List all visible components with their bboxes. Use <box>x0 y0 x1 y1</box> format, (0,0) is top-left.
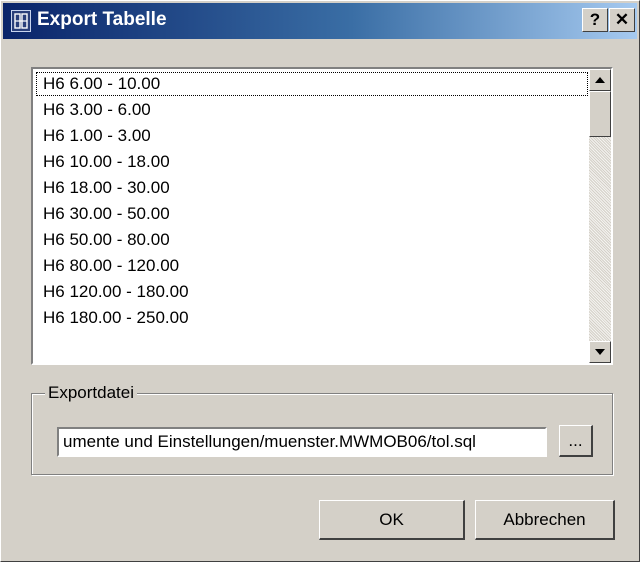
scroll-thumb[interactable] <box>589 91 611 137</box>
title-bar[interactable]: Export Tabelle ? ✕ <box>3 3 637 39</box>
list-item[interactable]: H6 10.00 - 18.00 <box>35 149 589 175</box>
help-icon: ? <box>589 10 601 29</box>
tolerance-list[interactable]: H6 6.00 - 10.00 H6 3.00 - 6.00 H6 1.00 - 3… <box>31 67 613 365</box>
list-item[interactable]: H6 1.00 - 3.00 <box>35 123 589 149</box>
list-item[interactable]: H6 6.00 - 10.00 <box>35 71 589 97</box>
list-items: H6 6.00 - 10.00 H6 3.00 - 6.00 H6 1.00 - 3… <box>35 71 589 331</box>
list-item[interactable]: H6 3.00 - 6.00 <box>35 97 589 123</box>
scroll-up-button[interactable] <box>589 69 611 91</box>
list-item[interactable]: H6 18.00 - 30.00 <box>35 175 589 201</box>
list-item[interactable]: H6 120.00 - 180.00 <box>35 279 589 305</box>
close-button[interactable]: ✕ <box>609 8 635 32</box>
list-item[interactable]: H6 50.00 - 80.00 <box>35 227 589 253</box>
scroll-down-button[interactable] <box>589 341 611 363</box>
list-item[interactable]: H6 80.00 - 120.00 <box>35 253 589 279</box>
export-path-input[interactable] <box>57 427 547 457</box>
cancel-button[interactable]: Abbrechen <box>475 500 615 540</box>
help-button[interactable]: ? <box>582 8 608 32</box>
ok-button[interactable]: OK <box>319 500 465 540</box>
list-item[interactable]: H6 180.00 - 250.00 <box>35 305 589 331</box>
arrow-down-icon <box>595 349 605 355</box>
browse-button[interactable]: ... <box>559 425 593 457</box>
export-dialog: Export Tabelle ? ✕ H6 6.00 - 10.00 H6 3.0… <box>0 0 640 562</box>
list-item[interactable]: H6 30.00 - 50.00 <box>35 201 589 227</box>
window-title: Export Tabelle <box>37 9 167 30</box>
close-icon: ✕ <box>614 10 630 29</box>
vertical-scrollbar[interactable] <box>589 69 611 363</box>
export-file-label: Exportdatei <box>45 383 137 403</box>
app-icon <box>11 10 31 32</box>
arrow-up-icon <box>595 77 605 83</box>
